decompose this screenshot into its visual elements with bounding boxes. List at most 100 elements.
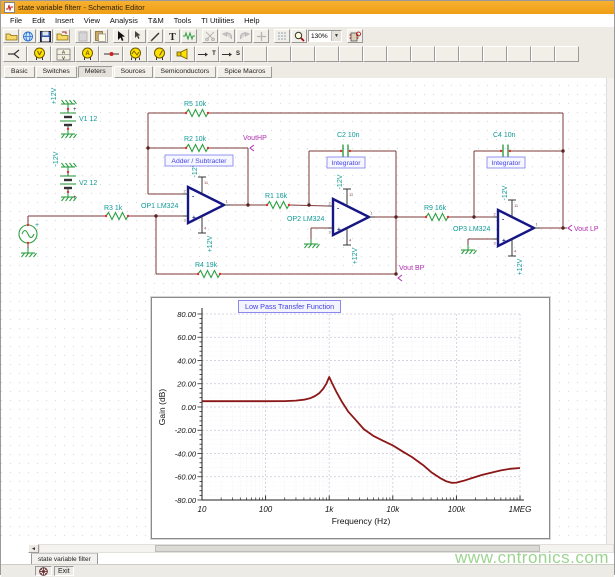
empty-toolbar-slot [531, 46, 555, 62]
net-labels[interactable]: VoutHP Vout BP Vout LP [243, 135, 599, 281]
label-r9: R9 16k [424, 205, 447, 212]
zoom-magnifier-icon[interactable] [291, 29, 307, 43]
window-title: state variable filterr - Schematic Edito… [18, 3, 145, 12]
svg-text:-60.00: -60.00 [175, 473, 197, 482]
resistor-r9[interactable] [426, 214, 448, 221]
zoom-level-select[interactable]: 130% ▼ [308, 30, 342, 42]
undo-icon[interactable] [219, 29, 235, 43]
node-icon[interactable] [99, 46, 123, 62]
grid-icon[interactable] [274, 29, 290, 43]
svg-text:60.00: 60.00 [177, 333, 197, 342]
to-t-icon[interactable]: T [195, 46, 219, 62]
tab-spice-macros[interactable]: Spice Macros [217, 66, 272, 78]
menu-help[interactable]: Help [239, 16, 264, 25]
tab-sources[interactable]: Sources [114, 66, 153, 78]
menu-ti-utilities[interactable]: TI Utilities [196, 16, 239, 25]
label-c4: C4 10n [493, 132, 516, 139]
chart-title[interactable]: Low Pass Transfer Function [238, 300, 341, 313]
resistor-r3[interactable] [106, 213, 128, 220]
annotation-boxes[interactable]: Adder / Subtracter Integrator Integrator [165, 155, 525, 168]
empty-toolbar-slot [435, 46, 459, 62]
to-s-icon[interactable]: S [219, 46, 243, 62]
resistor-r4[interactable] [198, 271, 220, 278]
resistor-r1[interactable] [267, 202, 289, 209]
zoom-fit-icon[interactable] [253, 29, 269, 43]
svg-text:1MEG: 1MEG [509, 505, 532, 514]
cut-icon[interactable] [202, 29, 218, 43]
op3-vpos-label: +12V [517, 258, 524, 275]
chevron-down-icon[interactable]: ▼ [331, 31, 341, 41]
voltmeter-icon[interactable] [27, 46, 51, 62]
find-component-icon[interactable] [347, 29, 363, 43]
tab-basic[interactable]: Basic [4, 66, 35, 78]
menu-view[interactable]: View [79, 16, 105, 25]
vertical-scrollbar[interactable] [606, 78, 614, 544]
wire-icon[interactable] [181, 29, 197, 43]
signal-meter-icon[interactable] [147, 46, 171, 62]
opamp-op3[interactable] [493, 200, 540, 256]
open-icon[interactable] [3, 29, 19, 43]
menu-file[interactable]: File [5, 16, 27, 25]
empty-toolbar-slot [363, 46, 387, 62]
ground-icon[interactable] [304, 239, 320, 248]
menu-t-m[interactable]: T&M [143, 16, 169, 25]
resistor-r2[interactable] [186, 145, 208, 152]
tab-switches[interactable]: Switches [36, 66, 77, 78]
multimeter-icon[interactable]: AV [51, 46, 75, 62]
terminal-dots [27, 108, 511, 275]
schematic-canvas[interactable]: - + 2 3 1 11 4 [1, 78, 614, 544]
integrator1-annotation: Integrator [331, 160, 361, 167]
menu-edit[interactable]: Edit [27, 16, 50, 25]
label-r2: R2 10k [184, 136, 207, 143]
label-r3: R3 1k [104, 205, 123, 212]
tab-semiconductors[interactable]: Semiconductors [154, 66, 217, 78]
opamp-op2[interactable] [328, 189, 375, 245]
op3-vneg-label: -12V [502, 185, 509, 200]
svg-text:V: V [61, 55, 64, 60]
save-icon[interactable] [37, 29, 53, 43]
ground-symbols[interactable] [21, 100, 477, 257]
label-r1: R1 16k [265, 193, 288, 200]
capacitor-c4[interactable] [503, 145, 508, 158]
empty-toolbar-slot [555, 46, 579, 62]
ground-icon[interactable] [61, 129, 77, 138]
web-open-icon[interactable] [20, 29, 36, 43]
redo-icon[interactable] [236, 29, 252, 43]
pen-icon[interactable] [147, 29, 163, 43]
capacitor-c2[interactable] [343, 145, 348, 158]
scroll-left-icon[interactable]: ◄ [28, 544, 39, 553]
oscilloscope-icon[interactable] [123, 46, 147, 62]
label-op3: OP3 LM324 [453, 226, 490, 233]
menu-analysis[interactable]: Analysis [105, 16, 143, 25]
resistor-r5[interactable] [186, 110, 208, 117]
export-icon[interactable] [54, 29, 70, 43]
text-icon[interactable]: T [164, 29, 180, 43]
svg-text:T: T [169, 32, 176, 42]
paste-icon[interactable] [75, 29, 91, 43]
ammeter-icon[interactable]: A [75, 46, 99, 62]
select-cursor-icon[interactable] [113, 29, 129, 43]
menu-tools[interactable]: Tools [169, 16, 197, 25]
svg-text:Frequency (Hz): Frequency (Hz) [332, 516, 391, 526]
to-s-label: S [236, 51, 240, 57]
diagram-window[interactable]: Low Pass Transfer Function 80.0060.0040.… [151, 297, 550, 539]
menu-insert[interactable]: Insert [50, 16, 79, 25]
battery-v2[interactable] [60, 172, 76, 192]
svg-text:1k: 1k [325, 505, 334, 514]
label-v1: V1 12 [79, 116, 97, 123]
source-plus-sign: + [35, 222, 39, 229]
wires[interactable] [28, 113, 567, 274]
paste-special-icon[interactable] [92, 29, 108, 43]
v1-plus-sign: + [73, 107, 77, 113]
ground-icon[interactable] [461, 245, 477, 254]
speaker-icon[interactable] [171, 46, 195, 62]
title-bar[interactable]: state variable filterr - Schematic Edito… [1, 1, 614, 14]
tab-meters[interactable]: Meters [78, 66, 113, 78]
opamp-op1[interactable] [183, 177, 230, 233]
power-rail-minus12[interactable] [61, 163, 77, 172]
probe-icon[interactable] [3, 46, 27, 62]
select-alt-icon[interactable] [130, 29, 146, 43]
ground-icon[interactable] [21, 248, 37, 257]
svg-text:10k: 10k [386, 505, 400, 514]
svg-text:20.00: 20.00 [176, 380, 197, 389]
